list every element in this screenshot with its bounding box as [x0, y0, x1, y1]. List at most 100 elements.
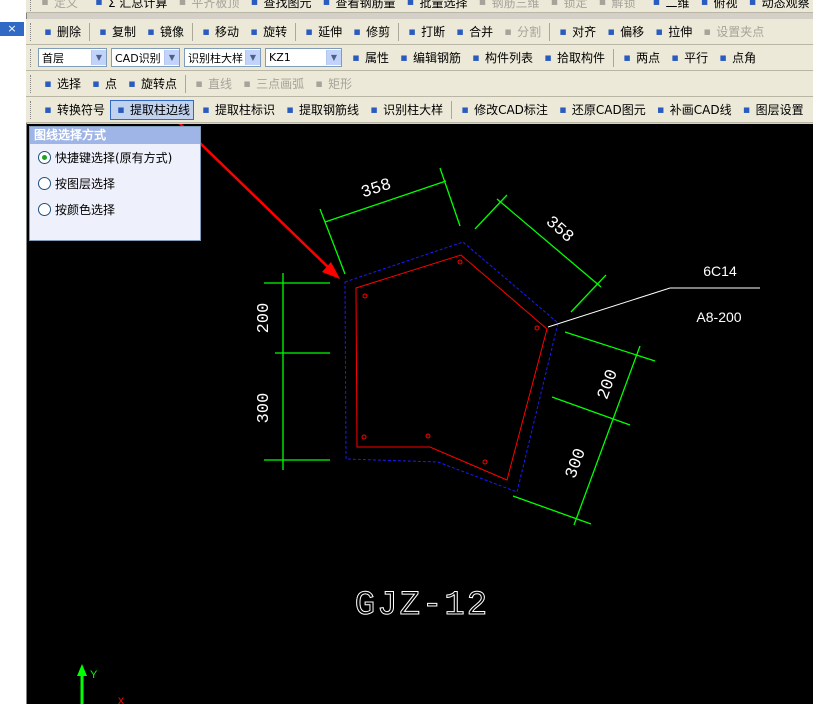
separator: [398, 22, 400, 41]
properties-icon: ▪: [352, 50, 360, 64]
offset-button[interactable]: ▪ 偏移: [601, 22, 647, 42]
trim-button[interactable]: ▪ 修剪: [347, 22, 393, 42]
top-view-button[interactable]: ▪ 俯视: [695, 0, 741, 12]
arc-icon: ▪: [243, 76, 251, 90]
two-points-button[interactable]: ▪ 两点: [617, 48, 663, 68]
dynamic-view-button[interactable]: ▪ 动态观察: [743, 0, 813, 12]
toolbar-row-1: ▪ 删除 ▪ 复制 ▪ 镜像 ▪ 移动 ▪ 旋转 ▪ 延伸 ▪ 修剪 ▪ 打断 ▪ 合并 ▪ 分割 ▪ 对齐 ▪ 偏移 ▪ 拉伸 ▪…: [26, 19, 813, 45]
top-view-icon: ▪: [700, 0, 709, 8]
button-label: 转换符号: [57, 103, 106, 117]
sigma-button[interactable]: ▪ Σ 汇总计算: [89, 0, 170, 12]
rebar-points: [361, 259, 540, 465]
toolbar-grip[interactable]: [30, 0, 31, 11]
separator: [613, 48, 615, 67]
rect-button[interactable]: ▪ 矩形: [309, 74, 355, 94]
edit-rebar-button[interactable]: ▪ 编辑钢筋: [394, 48, 464, 68]
combo-select[interactable]: 首层 ▼: [38, 48, 107, 67]
properties-button[interactable]: ▪ 属性: [346, 48, 392, 68]
button-label: 三点画弧: [256, 77, 305, 91]
stretch-icon: ▪: [655, 24, 663, 38]
toolbar-grip[interactable]: [30, 100, 34, 119]
button-label: 镜像: [160, 25, 185, 39]
button-label: 修改CAD标注: [474, 103, 548, 117]
parallel-button[interactable]: ▪ 平行: [665, 48, 711, 68]
move-button[interactable]: ▪ 移动: [196, 22, 242, 42]
extract-edge-button[interactable]: ▪ 提取柱边线: [110, 99, 195, 120]
option-label: 快捷键选择(原有方式): [55, 150, 173, 165]
radio-button[interactable]: [38, 176, 51, 190]
chevron-down-icon[interactable]: ▼: [91, 50, 106, 65]
unlock-button[interactable]: ▪ 解锁: [593, 0, 639, 12]
find-button[interactable]: ▪ 查找图元: [244, 0, 314, 12]
trim-icon: ▪: [353, 24, 361, 38]
extend-button[interactable]: ▪ 延伸: [299, 22, 345, 42]
align-button[interactable]: ▪ 对齐: [553, 22, 599, 42]
copy-button[interactable]: ▪ 复制: [93, 22, 139, 42]
point-angle-button[interactable]: ▪ 点角: [713, 48, 759, 68]
stretch-button[interactable]: ▪ 拉伸: [649, 22, 695, 42]
extract-label-button[interactable]: ▪ 提取柱标识: [196, 100, 278, 120]
set-grip-button[interactable]: ▪ 设置夹点: [697, 22, 767, 42]
layer-settings-button[interactable]: ▪ 图层设置: [737, 100, 807, 120]
2d-button[interactable]: ▪ 二维: [647, 0, 693, 12]
button-label: 查找图元: [263, 0, 312, 10]
rebar-view-button[interactable]: ▪ 查看钢筋量: [316, 0, 398, 12]
chevron-down-icon[interactable]: ▼: [326, 50, 341, 65]
convert-symbol-button[interactable]: ▪ 转换符号: [38, 100, 108, 120]
break-button[interactable]: ▪ 打断: [402, 22, 448, 42]
align-top-button[interactable]: ▪ 平齐板顶: [172, 0, 242, 12]
button-label: 打断: [421, 25, 446, 39]
batch-select-button[interactable]: ▪ 批量选择: [400, 0, 470, 12]
lock-button[interactable]: ▪ 锁定: [545, 0, 591, 12]
pick-member-button[interactable]: ▪ 拾取构件: [538, 48, 608, 68]
extract-label-icon: ▪: [202, 102, 210, 116]
rotate-button[interactable]: ▪ 旋转: [244, 22, 290, 42]
arc-button[interactable]: ▪ 三点画弧: [237, 74, 307, 94]
rebar-3d-button[interactable]: ▪ 钢筋三维: [472, 0, 542, 12]
dim-top-left: 358: [359, 176, 394, 204]
selection-option[interactable]: 快捷键选择(原有方式): [30, 144, 200, 170]
merge-button[interactable]: ▪ 合并: [450, 22, 496, 42]
definition-button[interactable]: ▪ 定义: [35, 0, 81, 12]
rect-icon: ▪: [315, 76, 323, 90]
redraw-cad-button[interactable]: ▪ 补画CAD线: [651, 100, 735, 120]
point-button[interactable]: ▪ 点: [86, 74, 120, 94]
mirror-button[interactable]: ▪ 镜像: [141, 22, 187, 42]
close-icon[interactable]: ×: [0, 22, 24, 36]
combo-select[interactable]: KZ1 ▼: [265, 48, 342, 67]
combo-select[interactable]: CAD识别 ▼: [111, 48, 180, 67]
restore-cad-button[interactable]: ▪ 还原CAD图元: [553, 100, 649, 120]
extract-rebar-line-button[interactable]: ▪ 提取钢筋线: [280, 100, 362, 120]
mirror-icon: ▪: [147, 24, 155, 38]
toolbar-grip[interactable]: [30, 22, 34, 41]
chevron-down-icon[interactable]: ▼: [164, 50, 179, 65]
combo-select[interactable]: 识别柱大样 ▼: [184, 48, 261, 67]
line-button[interactable]: ▪ 直线: [189, 74, 235, 94]
button-label: 还原CAD图元: [571, 103, 646, 117]
toolbar-grip[interactable]: [30, 48, 34, 67]
member-list-button[interactable]: ▪ 构件列表: [466, 48, 536, 68]
chevron-down-icon[interactable]: ▼: [245, 50, 260, 65]
line-selection-panel: 图线选择方式 快捷键选择(原有方式) 按图层选择 按颜色选择: [29, 126, 201, 241]
toolbar-grip[interactable]: [30, 74, 34, 93]
select-button[interactable]: ▪ 选择: [38, 74, 84, 94]
dimension-lines: [264, 167, 656, 526]
button-label: 设置夹点: [716, 25, 765, 39]
selection-option[interactable]: 按图层选择: [30, 170, 200, 196]
button-label: 合并: [469, 25, 494, 39]
ucs-axis-icon: Y x: [77, 664, 124, 704]
separator: [549, 22, 551, 41]
find-icon: ▪: [250, 0, 259, 8]
rotate-point-button[interactable]: ▪ 旋转点: [122, 74, 180, 94]
rebar-3d-icon: ▪: [478, 0, 487, 8]
modify-cad-label-button[interactable]: ▪ 修改CAD标注: [455, 100, 551, 120]
lock-icon: ▪: [550, 0, 559, 8]
radio-button[interactable]: [38, 202, 51, 216]
2d-icon: ▪: [652, 0, 661, 8]
selection-option[interactable]: 按颜色选择: [30, 196, 200, 222]
split-button[interactable]: ▪ 分割: [498, 22, 544, 42]
radio-button[interactable]: [38, 150, 51, 164]
button-label: 提取柱边线: [130, 103, 191, 117]
identify-detail-button[interactable]: ▪ 识别柱大样: [364, 100, 446, 120]
delete-button[interactable]: ▪ 删除: [38, 22, 84, 42]
